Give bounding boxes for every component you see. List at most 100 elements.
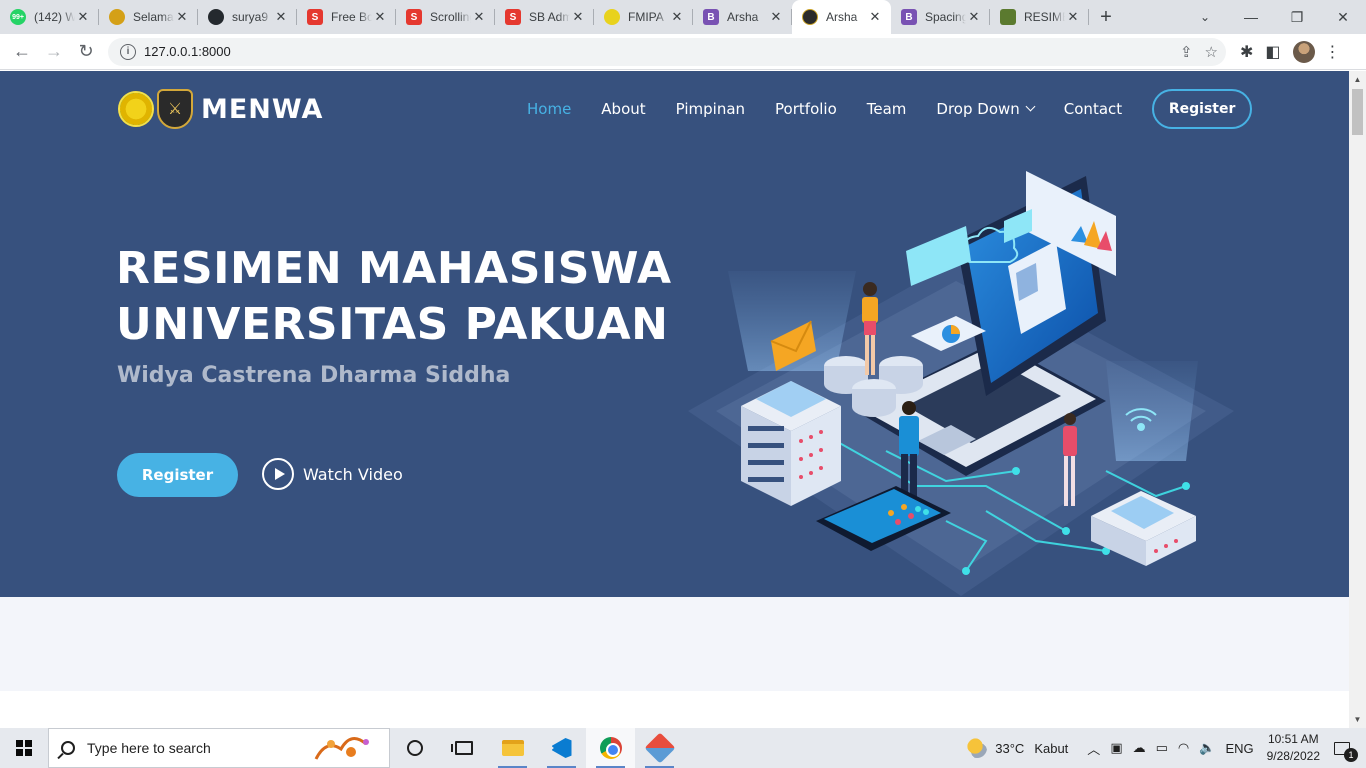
git-app-icon [643,732,676,764]
wifi-icon[interactable]: ◠ [1178,740,1189,756]
side-panel-icon[interactable]: ◧ [1265,42,1280,62]
info-icon[interactable]: i [120,43,136,60]
windows-logo-icon [16,740,32,756]
gitkraken-button[interactable] [635,728,684,768]
new-tab-button[interactable]: + [1089,0,1123,34]
tab-search-icon[interactable]: ⌄ [1188,0,1222,34]
tab-resimen[interactable]: RESIMEN ✕ [990,0,1089,34]
tab-title: SB Admin [529,10,570,24]
tab-arsha[interactable]: B Arsha ✕ [693,0,792,34]
chrome-icon [599,737,622,759]
clock-date: 9/28/2022 [1266,749,1320,763]
battery-icon[interactable]: ▭ [1156,740,1168,756]
restore-icon[interactable]: ❐ [1274,0,1320,34]
profile-avatar[interactable] [1292,40,1315,63]
section-band [0,597,1349,691]
notification-center-button[interactable]: 1 [1330,728,1358,768]
meet-now-icon[interactable]: ▣ [1110,740,1122,756]
nav-register-button[interactable]: Register [1152,89,1253,129]
close-icon[interactable]: ✕ [768,9,784,25]
nav-home[interactable]: Home [527,100,571,118]
tab-strip: 99+ (142) WhatsApp ✕ Selamat Datang ✕ su… [0,0,1366,34]
tab-title: Selamat Datang [133,10,174,24]
cortana-button[interactable] [390,728,439,768]
menwa-icon [802,9,818,25]
scroll-down-icon[interactable]: ▼ [1349,711,1366,728]
bookmark-star-icon[interactable]: ☆ [1205,43,1218,61]
site-logo[interactable]: ⚔ MENWA [118,89,323,129]
tab-scrolling[interactable]: S Scrolling ✕ [396,0,495,34]
hero-title-line2: UNIVERSITAS PAKUAN [116,299,669,350]
whatsapp-icon: 99+ [10,9,26,25]
tab-spacing[interactable]: B Spacing ✕ [891,0,990,34]
weather-desc: Kabut [1034,740,1069,756]
tab-github[interactable]: surya9 ✕ [198,0,297,34]
extensions-icon[interactable]: ✱ [1240,42,1253,62]
close-icon[interactable]: ✕ [669,9,685,25]
close-icon[interactable]: ✕ [75,9,91,25]
close-icon[interactable]: ✕ [471,9,487,25]
onedrive-icon[interactable]: ☁ [1133,740,1146,756]
task-view-button[interactable] [439,728,488,768]
language-indicator[interactable]: ENG [1225,741,1253,756]
reload-icon[interactable]: ↻ [70,36,102,68]
hero-title-line1: RESIMEN MAHASISWA [116,243,672,294]
tab-sb-admin[interactable]: S SB Admin ✕ [495,0,594,34]
close-icon[interactable]: ✕ [570,9,586,25]
nav-portfolio[interactable]: Portfolio [775,100,837,118]
chevron-up-icon[interactable]: ︿ [1087,739,1100,758]
close-icon[interactable]: ✕ [1065,9,1081,25]
scroll-up-icon[interactable]: ▲ [1349,71,1366,88]
taskbar-search[interactable]: Type here to search [48,728,390,768]
play-icon [262,458,294,490]
bootstrap-icon: B [901,9,917,25]
vscode-button[interactable] [537,728,586,768]
nav-contact[interactable]: Contact [1064,100,1122,118]
scroll-thumb[interactable] [1352,89,1363,135]
share-icon[interactable]: ⇪ [1180,43,1193,61]
watch-video-link[interactable]: Watch Video [262,458,403,490]
search-placeholder: Type here to search [87,740,211,756]
tab-title: FMIPA [628,10,664,24]
close-icon[interactable]: ✕ [372,9,388,25]
menu-kebab-icon[interactable]: ⋮ [1325,42,1341,62]
close-icon[interactable]: ✕ [273,9,289,25]
s-icon: S [505,9,521,25]
nav-about[interactable]: About [601,100,645,118]
tab-fmipa[interactable]: FMIPA ✕ [594,0,693,34]
weather-icon [967,738,988,758]
tab-arsha-active[interactable]: Arsha ✕ [792,0,891,34]
hero-register-button[interactable]: Register [117,453,238,497]
page-scrollbar[interactable]: ▲ ▼ [1349,71,1366,728]
url-text[interactable]: 127.0.0.1:8000 [144,44,1180,59]
nav-team[interactable]: Team [867,100,907,118]
tab-title: surya9 [232,10,269,24]
start-button[interactable] [0,728,48,768]
clock[interactable]: 10:51 AM 9/28/2022 [1267,731,1320,765]
close-window-icon[interactable]: ✕ [1320,0,1366,34]
forward-icon[interactable]: → [38,36,70,68]
tab-free-bootstrap[interactable]: S Free Bootstrap ✕ [297,0,396,34]
close-icon[interactable]: ✕ [867,9,883,25]
tab-title: RESIMEN [1024,10,1065,24]
menwa-emblem-icon: ⚔ [157,89,193,129]
tab-whatsapp[interactable]: 99+ (142) WhatsApp ✕ [0,0,99,34]
tab-selamat[interactable]: Selamat Datang ✕ [99,0,198,34]
minimize-icon[interactable]: — [1228,0,1274,34]
address-bar[interactable]: i 127.0.0.1:8000 ⇪ ☆ [108,37,1226,66]
nav-dropdown-label: Drop Down [936,100,1020,118]
file-explorer-button[interactable] [488,728,537,768]
main-nav: Home About Pimpinan Portfolio Team Drop … [512,89,1253,129]
page-viewport: ⚔ MENWA Home About Pimpinan Portfolio Te… [0,71,1349,728]
tab-title: Arsha [727,10,759,24]
close-icon[interactable]: ✕ [174,9,190,25]
tab-title: Spacing [925,10,966,24]
search-icon [61,741,75,755]
volume-icon[interactable]: 🔈 [1199,740,1215,756]
nav-pimpinan[interactable]: Pimpinan [676,100,745,118]
chrome-button[interactable] [586,728,635,768]
close-icon[interactable]: ✕ [966,9,982,25]
weather-widget[interactable]: 33°C Kabut [967,738,1068,758]
nav-dropdown[interactable]: Drop Down [936,100,1036,118]
back-icon[interactable]: ← [6,36,38,68]
